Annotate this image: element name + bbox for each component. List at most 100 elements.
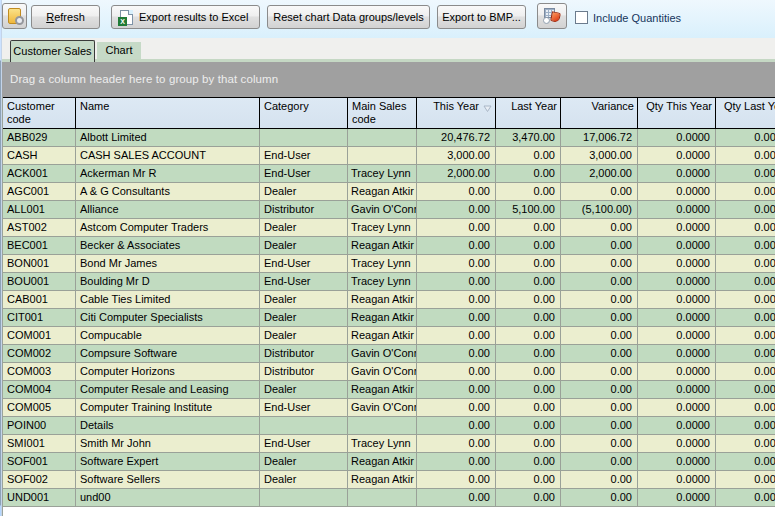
cell-last-year: 0.00 xyxy=(496,255,561,272)
cell-customer-code: COM002 xyxy=(3,345,76,362)
tab-customer-sales[interactable]: Customer Sales xyxy=(10,40,95,62)
table-row[interactable]: BEC001 Becker & Associates Dealer Reagan… xyxy=(3,237,775,255)
cell-main-sales-code: Gavin O'Conr xyxy=(348,345,417,362)
table-row[interactable]: COM004 Computer Resale and Leasing Deale… xyxy=(3,381,775,399)
cell-customer-code: BEC001 xyxy=(3,237,76,254)
table-row[interactable]: COM005 Computer Training Institute End-U… xyxy=(3,399,775,417)
cell-this-year: 0.00 xyxy=(417,219,496,236)
find-button[interactable] xyxy=(2,3,27,29)
cell-customer-code: UND001 xyxy=(3,489,76,506)
export-excel-button[interactable]: XExport results to Excel xyxy=(111,5,260,29)
cell-main-sales-code: Reagan Atkir xyxy=(348,453,417,470)
table-row[interactable]: POIN00 Details 0.00 0.00 0.00 0.0000 0.0… xyxy=(3,417,775,435)
table-row[interactable]: AST002 Astcom Computer Traders Dealer Tr… xyxy=(3,219,775,237)
column-header-this-year[interactable]: This Year xyxy=(417,98,496,128)
cell-this-year: 0.00 xyxy=(417,345,496,362)
refresh-button[interactable]: Refresh xyxy=(31,5,100,29)
cell-this-year: 0.00 xyxy=(417,435,496,452)
table-row[interactable]: SMI001 Smith Mr John End-User Tracey Lyn… xyxy=(3,435,775,453)
cell-qty-this-year: 0.0000 xyxy=(638,381,716,398)
cell-category: End-User xyxy=(260,165,348,182)
cell-this-year: 0.00 xyxy=(417,309,496,326)
cell-this-year: 2,000.00 xyxy=(417,165,496,182)
grid-left-border xyxy=(2,97,3,516)
table-row[interactable]: BOU001 Boulding Mr D End-User Tracey Lyn… xyxy=(3,273,775,291)
cell-qty-this-year: 0.0000 xyxy=(638,435,716,452)
cell-qty-last-year: 0.0000 xyxy=(716,237,775,254)
cell-qty-last-year: 0.0000 xyxy=(716,273,775,290)
column-header-variance[interactable]: Variance xyxy=(561,98,638,128)
cell-qty-this-year: 0.0000 xyxy=(638,327,716,344)
cell-qty-last-year: 0.0000 xyxy=(716,471,775,488)
table-row[interactable]: COM003 Computer Horizons Distributor Gav… xyxy=(3,363,775,381)
column-header-name[interactable]: Name xyxy=(76,98,260,128)
cell-qty-last-year: 0.0000 xyxy=(716,399,775,416)
cell-customer-code: BOU001 xyxy=(3,273,76,290)
grid-body: ABB029 Albott Limited 20,476.72 3,470.00… xyxy=(3,129,775,507)
cell-last-year: 0.00 xyxy=(496,165,561,182)
cell-name: Citi Computer Specialists xyxy=(76,309,260,326)
table-row[interactable]: CAB001 Cable Ties Limited Dealer Reagan … xyxy=(3,291,775,309)
cell-variance: 0.00 xyxy=(561,453,638,470)
column-header-last-year[interactable]: Last Year xyxy=(496,98,561,128)
cell-this-year: 0.00 xyxy=(417,417,496,434)
table-row[interactable]: SOF001 Software Expert Dealer Reagan Atk… xyxy=(3,453,775,471)
cell-this-year: 0.00 xyxy=(417,327,496,344)
cell-last-year: 0.00 xyxy=(496,471,561,488)
cell-category: End-User xyxy=(260,435,348,452)
table-row[interactable]: ALL001 Alliance Distributor Gavin O'Conr… xyxy=(3,201,775,219)
column-header-category[interactable]: Category xyxy=(260,98,348,128)
group-by-bar[interactable]: Drag a column header here to group by th… xyxy=(0,62,775,97)
cell-main-sales-code: Reagan Atkir xyxy=(348,381,417,398)
table-row[interactable]: UND001 und00 0.00 0.00 0.00 0.0000 0.000… xyxy=(3,489,775,507)
export-bmp-button[interactable]: Export to BMP... xyxy=(437,5,526,29)
cell-qty-last-year: 0.0000 xyxy=(716,327,775,344)
cell-name: Alliance xyxy=(76,201,260,218)
cell-customer-code: COM001 xyxy=(3,327,76,344)
cell-variance: 17,006.72 xyxy=(561,129,638,146)
cell-qty-last-year: 0.0000 xyxy=(716,219,775,236)
cell-name: Boulding Mr D xyxy=(76,273,260,290)
cell-customer-code: SMI001 xyxy=(3,435,76,452)
tab-chart[interactable]: Chart xyxy=(97,42,141,59)
cell-name: Compucable xyxy=(76,327,260,344)
table-row[interactable]: CASH CASH SALES ACCOUNT End-User 3,000.0… xyxy=(3,147,775,165)
cell-category: Dealer xyxy=(260,381,348,398)
cell-last-year: 0.00 xyxy=(496,381,561,398)
cell-last-year: 0.00 xyxy=(496,309,561,326)
cell-name: und00 xyxy=(76,489,260,506)
table-row[interactable]: BON001 Bond Mr James End-User Tracey Lyn… xyxy=(3,255,775,273)
cell-this-year: 0.00 xyxy=(417,183,496,200)
table-row[interactable]: COM002 Compsure Software Distributor Gav… xyxy=(3,345,775,363)
cell-qty-last-year: 0.0000 xyxy=(716,345,775,362)
column-header-main-sales-code[interactable]: Main Sales code xyxy=(348,98,417,128)
column-header-qty-this-year[interactable]: Qty This Year xyxy=(638,98,716,128)
cell-variance: 0.00 xyxy=(561,327,638,344)
cell-qty-this-year: 0.0000 xyxy=(638,183,716,200)
reset-chart-button[interactable]: Reset chart Data groups/levels xyxy=(267,5,430,29)
export-chart-button[interactable] xyxy=(537,3,567,29)
table-row[interactable]: ABB029 Albott Limited 20,476.72 3,470.00… xyxy=(3,129,775,147)
table-row[interactable]: ACK001 Ackerman Mr R End-User Tracey Lyn… xyxy=(3,165,775,183)
include-quantities-checkbox[interactable] xyxy=(575,11,588,24)
table-row[interactable]: AGC001 A & G Consultants Dealer Reagan A… xyxy=(3,183,775,201)
column-header-qty-last-year[interactable]: Qty Last Year xyxy=(716,98,775,128)
cell-category: End-User xyxy=(260,147,348,164)
cell-this-year: 0.00 xyxy=(417,237,496,254)
cell-main-sales-code: Reagan Atkir xyxy=(348,183,417,200)
cell-name: CASH SALES ACCOUNT xyxy=(76,147,260,164)
table-row[interactable]: COM001 Compucable Dealer Reagan Atkir 0.… xyxy=(3,327,775,345)
cell-last-year: 0.00 xyxy=(496,453,561,470)
this-year-label: This Year xyxy=(433,100,479,113)
table-row[interactable]: CIT001 Citi Computer Specialists Dealer … xyxy=(3,309,775,327)
cell-this-year: 0.00 xyxy=(417,399,496,416)
column-header-customer-code[interactable]: Customer code xyxy=(3,98,76,128)
cell-qty-this-year: 0.0000 xyxy=(638,417,716,434)
cell-main-sales-code: Reagan Atkir xyxy=(348,291,417,308)
table-row[interactable]: SOF002 Software Sellers Dealer Reagan At… xyxy=(3,471,775,489)
cell-last-year: 0.00 xyxy=(496,417,561,434)
cell-last-year: 0.00 xyxy=(496,237,561,254)
cell-variance: 0.00 xyxy=(561,183,638,200)
cell-qty-this-year: 0.0000 xyxy=(638,453,716,470)
cell-qty-last-year: 0.0000 xyxy=(716,381,775,398)
